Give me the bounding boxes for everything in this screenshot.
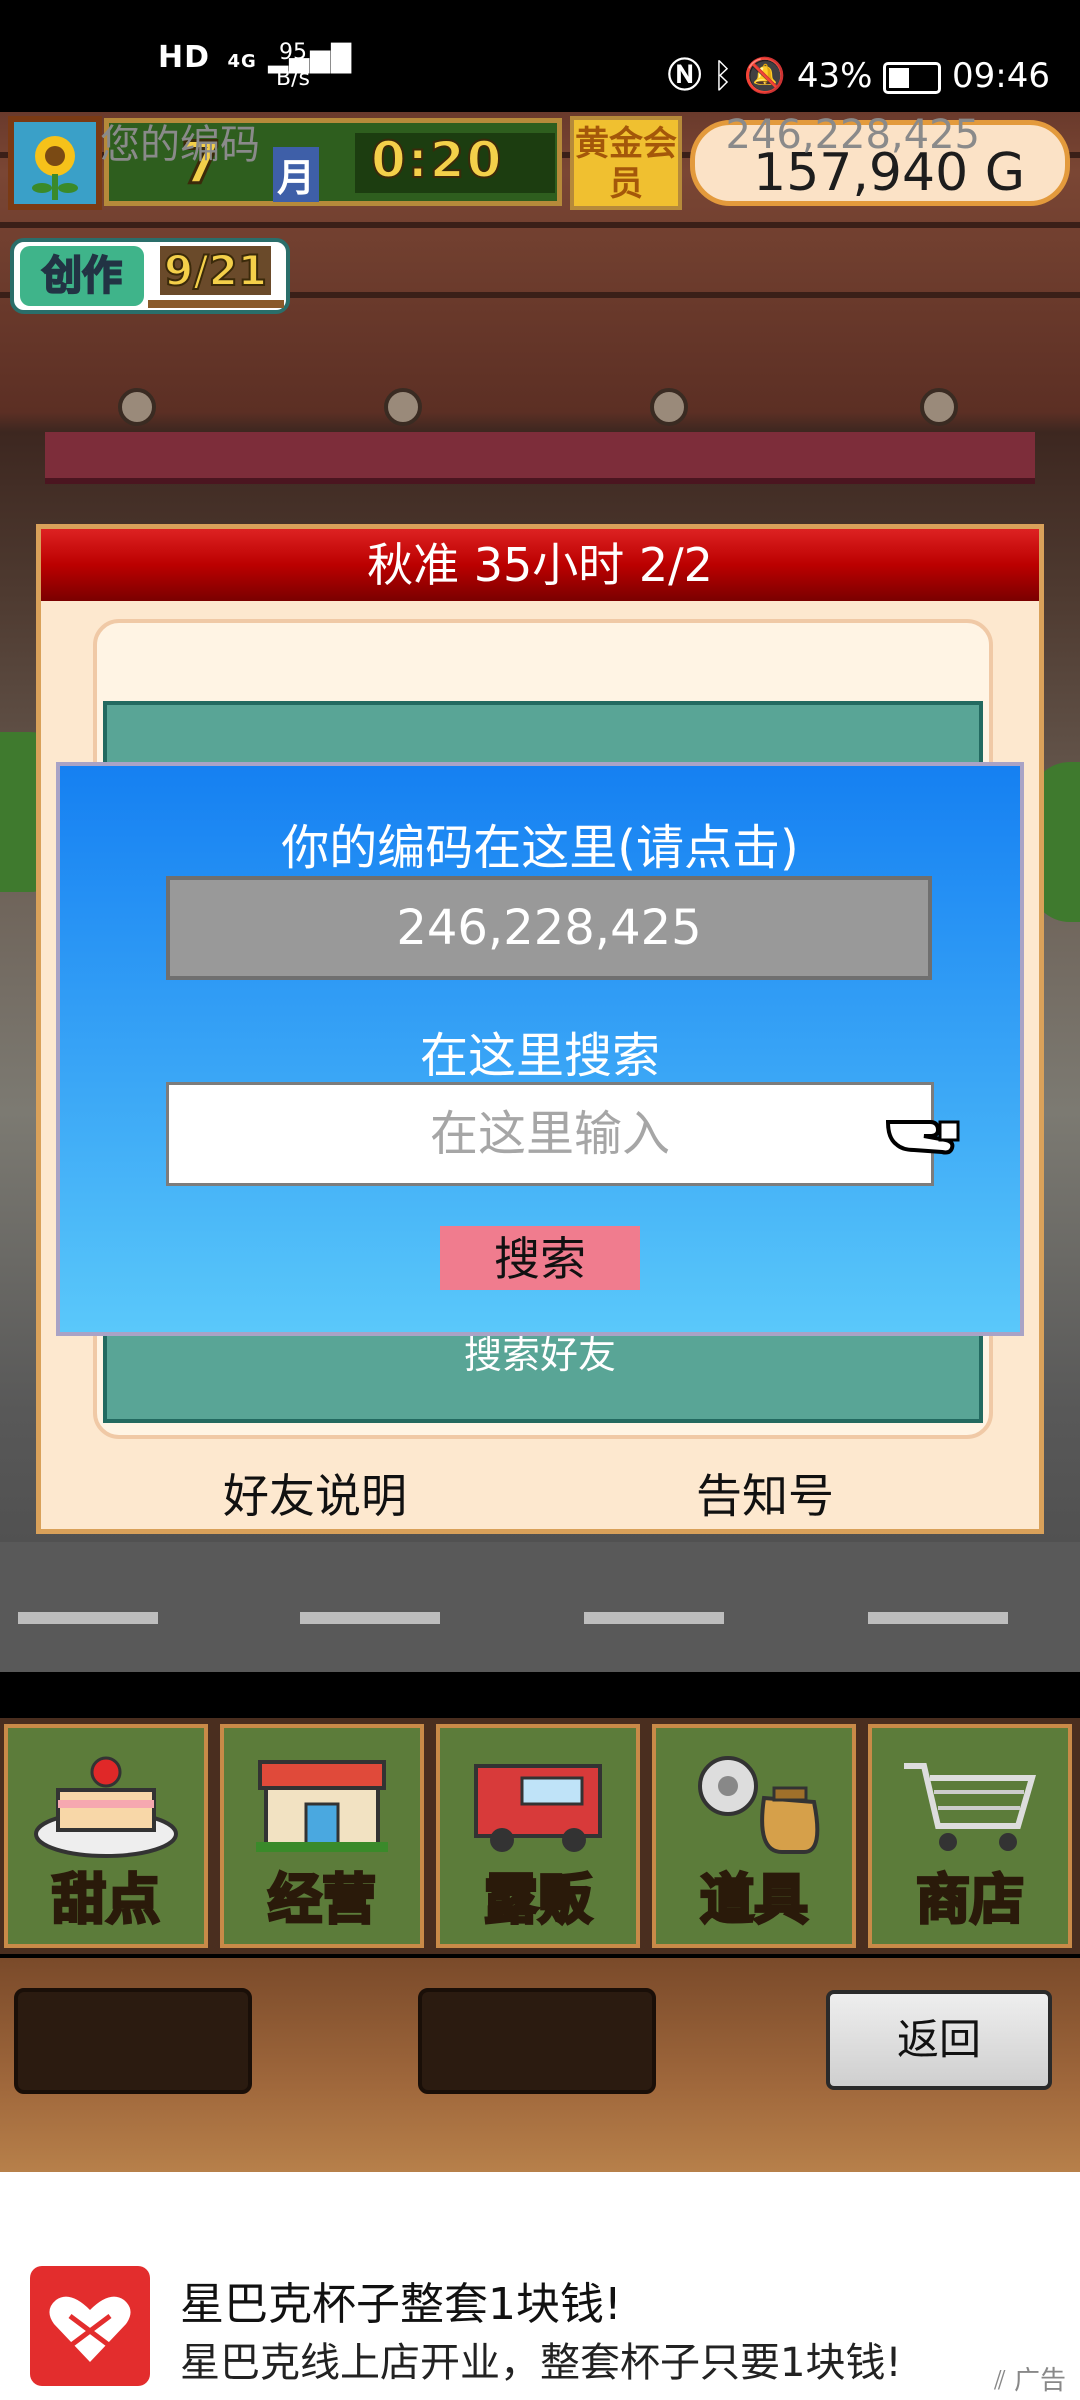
notice-id-button[interactable]: 告知号 xyxy=(610,1460,920,1526)
menu-label: 商店 xyxy=(915,1867,1026,1933)
empty-slot[interactable] xyxy=(418,1988,656,2094)
bottom-menu: 甜点 经营 露贩 道具 商店 xyxy=(0,1718,1080,1954)
back-button[interactable]: 返回 xyxy=(826,1990,1052,2090)
friend-code-input[interactable] xyxy=(166,1082,934,1186)
menu-label: 露贩 xyxy=(483,1867,594,1933)
network-speed: 95 B/s xyxy=(276,40,310,92)
lamp-icon xyxy=(384,388,422,426)
ad-app-logo[interactable] xyxy=(30,2266,150,2386)
search-button[interactable]: 搜索 xyxy=(440,1226,640,1290)
empty-slot[interactable] xyxy=(14,1988,252,2094)
craft-label: 创作 xyxy=(20,246,144,306)
lane-mark xyxy=(300,1612,440,1624)
clock-time: 09:46 xyxy=(952,56,1050,96)
menu-dessert[interactable]: 甜点 xyxy=(4,1724,208,1948)
shopping-cart-icon xyxy=(904,1763,1036,1851)
gold-member-badge[interactable]: 黄金会员 xyxy=(570,116,682,210)
your-code-label: 您的编码 xyxy=(100,122,260,168)
ad-banner[interactable]: 星巴克杯子整套1块钱! 星巴克线上店开业，整套杯子只要1块钱! ⫽ 广告 xyxy=(0,2172,1080,2400)
roof-line xyxy=(0,222,1080,228)
network-indicator: HD 4G ▂▄▆█ xyxy=(158,40,352,75)
speed-value: 95 xyxy=(278,40,307,65)
craft-progress[interactable]: 创作 9/21 xyxy=(10,238,290,314)
battery-icon xyxy=(883,61,942,94)
status-right: Ⓝ ᛒ 🔕 43% 09:46 xyxy=(668,48,1050,97)
sunflower-icon[interactable] xyxy=(8,116,102,210)
shop-awning xyxy=(45,432,1035,484)
menu-manage[interactable]: 经营 xyxy=(220,1724,424,1948)
speed-unit: B/s xyxy=(276,66,310,91)
craft-progress-bar xyxy=(148,300,284,308)
craft-count: 9/21 xyxy=(160,245,272,296)
search-dialog: 你的编码在这里(请点击) 246,228,425 在这里搜索 搜索 xyxy=(56,762,1024,1336)
lane-mark xyxy=(584,1612,724,1624)
month-word: 月 xyxy=(273,147,320,202)
status-bar: HD 4G ▂▄▆█ 95 B/s Ⓝ ᛒ 🔕 43% 09:46 xyxy=(0,0,1080,112)
bluetooth-icon: ᛒ xyxy=(712,56,733,96)
hd-label: HD xyxy=(158,40,211,75)
nfc-icon: Ⓝ xyxy=(667,56,702,96)
copy-code-button[interactable]: 246,228,425 xyxy=(166,876,932,980)
lane-mark xyxy=(18,1612,158,1624)
your-code-value: 246,228,425 xyxy=(725,112,980,158)
lane-mark xyxy=(868,1612,1008,1624)
menu-items[interactable]: 道具 xyxy=(652,1724,856,1948)
menu-label: 经营 xyxy=(267,1867,378,1933)
bottom-bar: 返回 xyxy=(0,1958,1080,2172)
ad-subtitle[interactable]: 星巴克线上店开业，整套杯子只要1块钱! xyxy=(180,2330,901,2388)
pointing-hand-icon xyxy=(885,1120,960,1155)
menu-stall[interactable]: 露贩 xyxy=(436,1724,640,1948)
dialog-title: 你的编码在这里(请点击) xyxy=(281,820,799,876)
ad-title[interactable]: 星巴克杯子整套1块钱! xyxy=(180,2268,622,2332)
search-label: 在这里搜索 xyxy=(419,1028,660,1084)
battery-percent: 43% xyxy=(796,56,873,96)
ad-mark-icon: ⫽ xyxy=(994,2366,1006,2396)
menu-label: 道具 xyxy=(699,1867,810,1933)
lamp-icon xyxy=(650,388,688,426)
friend-help-button[interactable]: 好友说明 xyxy=(150,1460,480,1526)
game-clock: 0:20 xyxy=(370,130,504,190)
lamp-icon xyxy=(920,388,958,426)
lamp-icon xyxy=(118,388,156,426)
ad-badge-label: 广告 xyxy=(1013,2366,1066,2396)
menu-label: 甜点 xyxy=(51,1867,162,1933)
gear-sack-icon xyxy=(698,1756,820,1854)
shop-building-icon xyxy=(256,1760,388,1852)
panel-title: 秋准 35小时 2/2 xyxy=(41,529,1039,601)
ad-badge: ⫽ 广告 xyxy=(994,2360,1066,2397)
network-gen-label: 4G xyxy=(227,51,257,72)
cake-icon xyxy=(34,1756,178,1858)
food-truck-icon xyxy=(474,1764,602,1852)
road xyxy=(0,1542,1080,1672)
mute-bell-icon: 🔕 xyxy=(743,56,786,96)
menu-store[interactable]: 商店 xyxy=(868,1724,1072,1948)
